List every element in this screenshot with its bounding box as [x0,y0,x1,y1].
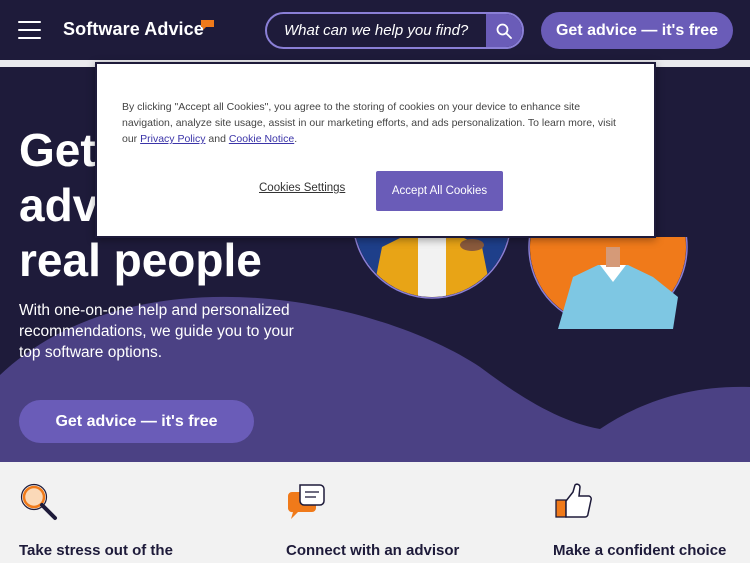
search-box [265,12,524,49]
hero-title-line: real people [19,234,262,286]
features-section: Take stress out of the Connect with an a… [0,462,750,563]
magnifier-icon [20,483,57,520]
feature-item: Make a confident choice [553,462,750,563]
chat-bubbles-icon [287,484,325,519]
feature-item: Connect with an advisor [286,462,526,563]
cookie-consent-banner: By clicking "Accept all Cookies", you ag… [95,62,656,238]
hero-subtitle: With one-on-one help and personalized re… [19,302,294,361]
feature-title: Make a confident choice [553,542,727,559]
search-button[interactable] [486,14,522,47]
logo-bubble-icon [201,20,214,30]
software-advice-logo[interactable]: Software Advice [63,19,214,43]
search-icon [496,23,512,39]
hero-get-advice-button[interactable]: Get advice — it's free [19,400,254,443]
privacy-policy-link[interactable]: Privacy Policy [140,133,205,145]
feature-title: Connect with an advisor [286,542,460,559]
cookie-text-and: and [208,133,226,145]
logo-text: Software Advice [63,19,204,39]
cookie-text-period: . [294,133,298,145]
cookies-settings-button[interactable]: Cookies Settings [259,182,345,194]
search-input[interactable] [267,14,487,47]
site-header: Software Advice Get advice — it's free [0,0,750,60]
header-get-advice-button[interactable]: Get advice — it's free [541,12,733,49]
accept-all-cookies-button[interactable]: Accept All Cookies [376,171,503,211]
cookie-notice-link[interactable]: Cookie Notice [229,133,294,145]
thumbs-up-icon [555,483,592,518]
cookie-consent-text: By clicking "Accept all Cookies", you ag… [122,99,632,147]
feature-item: Take stress out of the [19,462,259,563]
hamburger-menu-icon[interactable] [18,21,41,39]
advisor-photo-blue-shirt [528,237,688,329]
feature-title: Take stress out of the [19,542,173,559]
